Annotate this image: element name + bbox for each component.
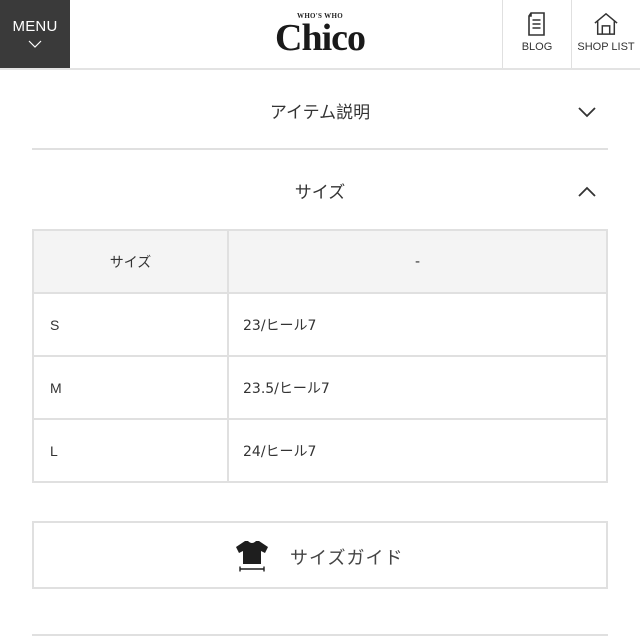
size-cell: M	[32, 355, 229, 420]
table-header-cell: -	[227, 229, 608, 294]
logo-wordmark: Chico	[275, 17, 366, 59]
house-icon	[594, 12, 618, 35]
menu-label: MENU	[12, 18, 58, 35]
table-header-cell: サイズ	[32, 229, 229, 294]
size-cell: L	[32, 418, 229, 483]
chevron-down-icon	[578, 107, 596, 118]
size-table: サイズ - S 23/ヒール7 M 23.5/ヒール7 L 24/ヒール7	[32, 229, 608, 483]
divider	[32, 634, 608, 636]
site-header: MENU WHO'S WHO Chico BLOG SHOP LIST	[0, 0, 640, 70]
chevron-down-icon	[28, 40, 42, 48]
value-cell: 24/ヒール7	[227, 418, 608, 483]
blog-label: BLOG	[521, 41, 553, 53]
accordion-item-size[interactable]: サイズ	[32, 150, 608, 226]
logo[interactable]: WHO'S WHO Chico	[263, 12, 377, 58]
size-guide-label: サイズガイド	[290, 548, 404, 569]
accordion-item-description[interactable]: アイテム説明	[32, 70, 608, 149]
document-icon	[528, 12, 545, 36]
table-header-row: サイズ -	[32, 229, 608, 294]
menu-button[interactable]: MENU	[0, 0, 70, 68]
value-cell: 23.5/ヒール7	[227, 355, 608, 420]
size-cell: S	[32, 292, 229, 357]
tshirt-icon	[236, 541, 268, 572]
table-row: M 23.5/ヒール7	[32, 355, 608, 420]
shop-list-button[interactable]: SHOP LIST	[571, 0, 640, 68]
accordion-title: アイテム説明	[269, 103, 371, 123]
shop-list-label: SHOP LIST	[577, 41, 635, 53]
value-cell: 23/ヒール7	[227, 292, 608, 357]
table-row: L 24/ヒール7	[32, 418, 608, 483]
blog-button[interactable]: BLOG	[502, 0, 571, 68]
chevron-up-icon	[578, 186, 596, 197]
accordion-title: サイズ	[294, 183, 346, 203]
size-guide-button[interactable]: サイズガイド	[32, 521, 608, 589]
table-row: S 23/ヒール7	[32, 292, 608, 357]
